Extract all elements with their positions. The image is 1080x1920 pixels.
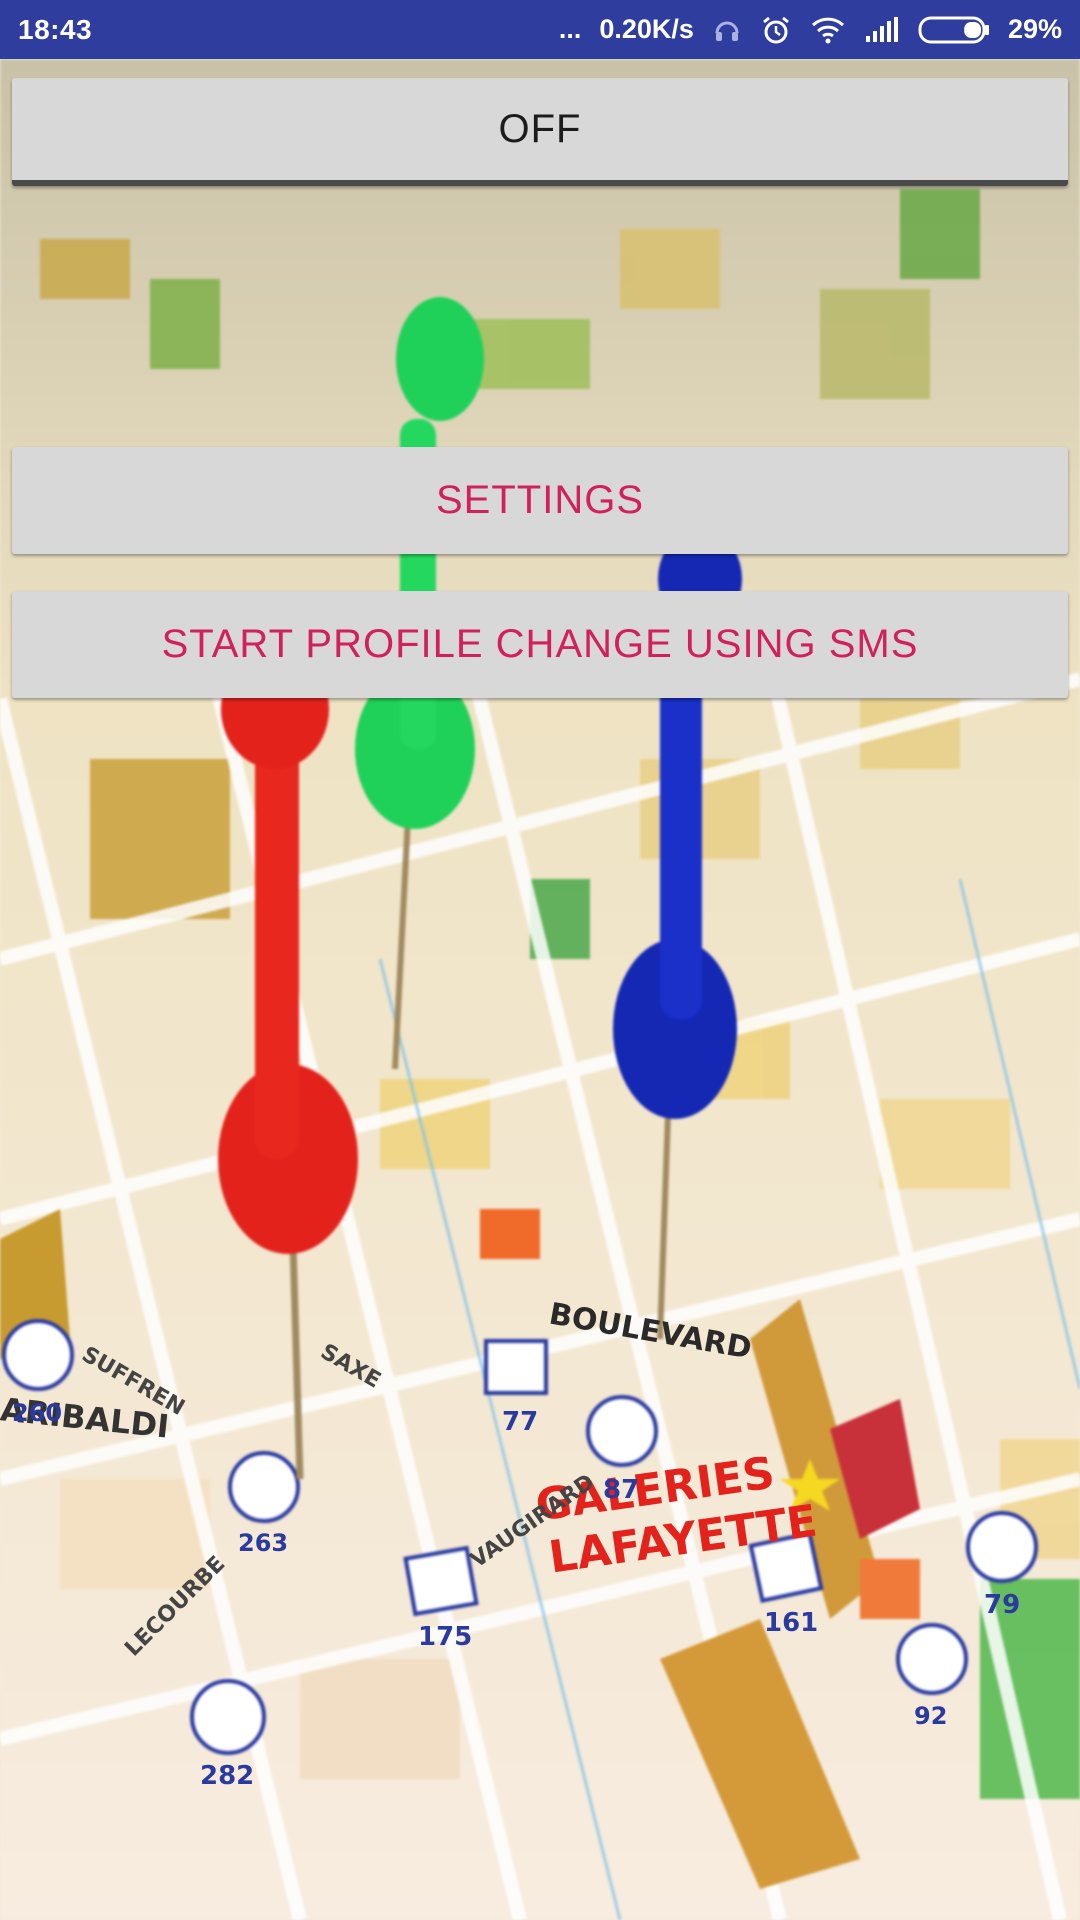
status-icons: ... 0.20K/s 29%	[559, 14, 1062, 46]
wifi-icon	[810, 15, 846, 45]
map-route-175: 175	[418, 1622, 473, 1652]
notification-dots: ...	[558, 14, 582, 44]
map-background-image: BOULEVARD GALERIES LAFAYETTE ARIBALDI SU…	[0, 59, 1080, 1920]
signal-icon	[864, 16, 900, 44]
settings-button[interactable]: SETTINGS	[12, 447, 1068, 554]
map-route-282: 282	[200, 1761, 255, 1791]
status-bar: 18:43 ... 0.20K/s 29%	[0, 0, 1080, 59]
map-route-92: 92	[914, 1702, 948, 1730]
map-route-87: 87	[603, 1475, 640, 1505]
battery-percent: 29%	[1007, 14, 1062, 44]
map-route-77: 77	[502, 1407, 539, 1437]
map-route-161: 161	[764, 1608, 819, 1638]
map-route-260: 260	[12, 1399, 63, 1427]
start-sms-profile-change-button[interactable]: START PROFILE CHANGE USING SMS	[12, 591, 1068, 698]
headset-icon	[712, 15, 742, 45]
battery-icon	[918, 15, 990, 45]
network-speed: 0.20K/s	[599, 14, 694, 44]
status-time: 18:43	[18, 13, 93, 45]
map-route-263: 263	[238, 1529, 289, 1557]
map-route-79: 79	[984, 1590, 1021, 1620]
on-off-toggle-button[interactable]: OFF	[12, 78, 1068, 186]
alarm-icon	[760, 14, 792, 46]
